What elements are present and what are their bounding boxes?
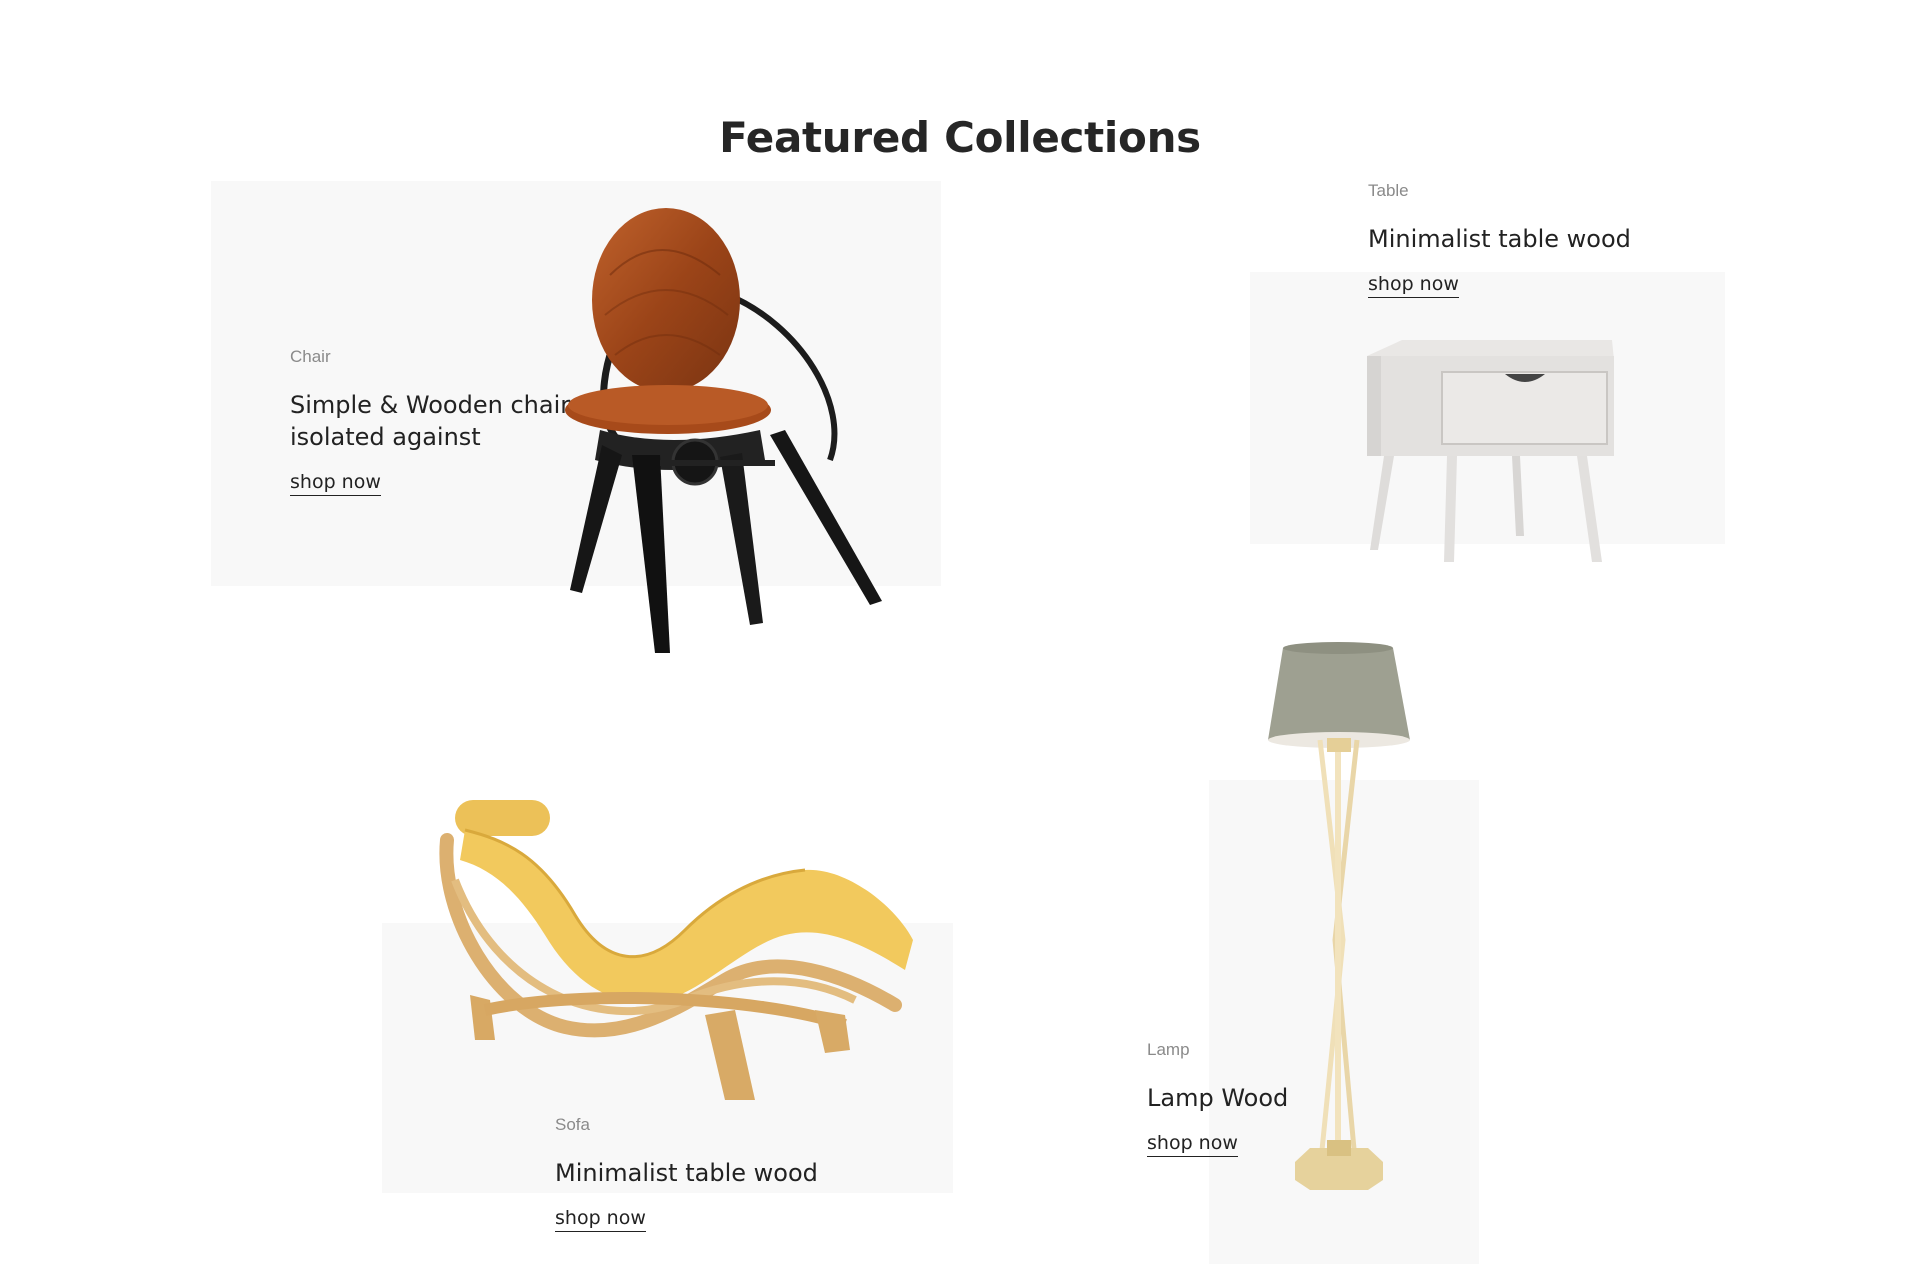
- nightstand-icon[interactable]: [1362, 340, 1622, 565]
- shop-now-link[interactable]: shop now: [1368, 273, 1459, 298]
- card-title: Lamp Wood: [1147, 1084, 1289, 1112]
- shop-now-link[interactable]: shop now: [290, 471, 381, 496]
- shop-now-link[interactable]: shop now: [555, 1207, 646, 1232]
- card-category: Sofa: [555, 1115, 590, 1134]
- shop-now-link[interactable]: shop now: [1147, 1132, 1238, 1157]
- card-category: Table: [1368, 181, 1409, 200]
- section-title: Featured Collections: [719, 112, 1201, 162]
- card-category: Chair: [290, 347, 331, 366]
- card-title: Minimalist table wood: [555, 1159, 818, 1187]
- card-title: Minimalist table wood: [1368, 225, 1631, 253]
- chair-icon[interactable]: [560, 205, 915, 655]
- card-title: Simple & Wooden chair isolated against: [290, 391, 571, 451]
- card-category: Lamp: [1147, 1040, 1190, 1059]
- lounge-chair-icon[interactable]: [425, 795, 920, 1105]
